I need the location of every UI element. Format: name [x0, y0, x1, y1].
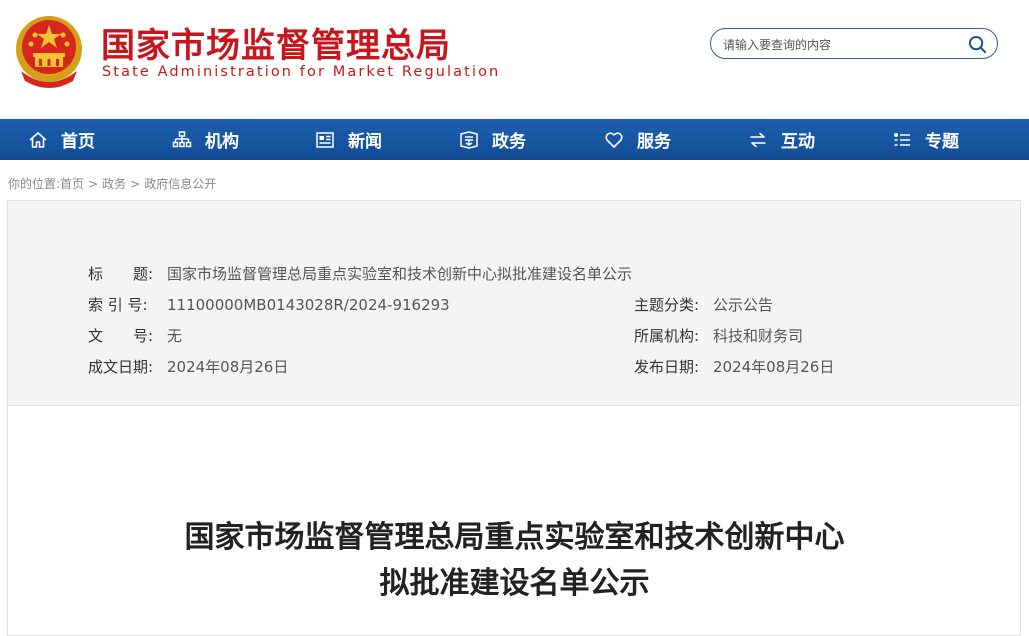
info-title-row: 标 题: 国家市场监督管理总局重点实验室和技术创新中心拟批准建设名单公示 — [88, 263, 632, 284]
info-topic-label: 主题分类: — [634, 296, 700, 314]
info-org-label: 所属机构: — [634, 327, 700, 345]
nav-label: 服务 — [637, 132, 671, 152]
info-org-row: 所属机构: 科技和财务司 — [634, 325, 803, 346]
document-title-line1: 国家市场监督管理总局重点实验室和技术创新中心 — [184, 520, 845, 555]
info-created-row: 成文日期: 2024年08月26日 — [88, 356, 288, 377]
document-info-panel: 标 题: 国家市场监督管理总局重点实验室和技术创新中心拟批准建设名单公示 索 引 … — [7, 200, 1021, 406]
info-docno-label: 文 号: — [88, 327, 154, 345]
nav-item-news[interactable]: 新闻 — [315, 119, 382, 160]
breadcrumb: 你的位置:首页 > 政务 > 政府信息公开 — [8, 175, 216, 192]
info-title-label: 标 题: — [88, 265, 154, 283]
info-published-value: 2024年08月26日 — [713, 358, 835, 376]
nav-item-service[interactable]: 服务 — [604, 119, 671, 160]
info-created-value: 2024年08月26日 — [167, 358, 289, 376]
national-emblem-icon[interactable] — [13, 13, 85, 89]
nav-item-topic[interactable]: 专题 — [892, 119, 959, 160]
heart-icon — [605, 131, 623, 148]
info-org-value: 科技和财务司 — [713, 327, 804, 345]
nav-label: 互动 — [781, 132, 815, 152]
nav-label: 新闻 — [348, 132, 382, 152]
breadcrumb-home[interactable]: 首页 — [60, 177, 84, 191]
search-input[interactable] — [721, 34, 965, 56]
search-icon[interactable] — [968, 35, 987, 54]
info-published-label: 发布日期: — [634, 358, 700, 376]
info-topic-value: 公示公告 — [713, 296, 774, 314]
info-index-row: 索 引 号: 11100000MB0143028R/2024-916293 — [88, 294, 450, 315]
info-docno-value: 无 — [167, 327, 183, 345]
nav-label: 首页 — [61, 132, 95, 152]
site-header: 国家市场监督管理总局 State Administration for Mark… — [0, 0, 1029, 118]
site-subtitle: State Administration for Market Regulati… — [102, 64, 501, 80]
nav-label: 机构 — [205, 132, 239, 152]
nav-item-org[interactable]: 机构 — [172, 119, 239, 160]
exchange-icon — [750, 132, 766, 147]
home-icon — [29, 131, 47, 148]
info-published-row: 发布日期: 2024年08月26日 — [634, 356, 834, 377]
info-created-label: 成文日期: — [88, 358, 154, 376]
nav-item-home[interactable]: 首页 — [28, 119, 95, 160]
info-docno-row: 文 号: 无 — [88, 325, 182, 346]
document-title-line2: 拟批准建设名单公示 — [379, 566, 650, 601]
breadcrumb-prefix: 你的位置: — [8, 177, 61, 191]
info-index-label: 索 引 号: — [88, 296, 148, 314]
affairs-icon — [460, 130, 478, 149]
main-nav: 首页 机构 新闻 政务 服务 互动 专题 — [0, 119, 1029, 160]
info-index-value: 11100000MB0143028R/2024-916293 — [167, 296, 450, 314]
nav-label: 专题 — [925, 132, 959, 152]
breadcrumb-gov-info[interactable]: 政府信息公开 — [144, 177, 216, 191]
breadcrumb-affairs[interactable]: 政务 — [102, 177, 126, 191]
breadcrumb-separator: > — [130, 177, 141, 191]
info-topic-row: 主题分类: 公示公告 — [634, 294, 773, 315]
org-icon — [172, 130, 192, 147]
info-title-value: 国家市场监督管理总局重点实验室和技术创新中心拟批准建设名单公示 — [167, 265, 633, 283]
news-icon — [316, 131, 334, 148]
search-box — [710, 28, 998, 59]
breadcrumb-separator: > — [88, 177, 99, 191]
nav-item-affairs[interactable]: 政务 — [459, 119, 526, 160]
nav-label: 政务 — [492, 132, 526, 152]
topic-icon — [894, 132, 910, 146]
site-title[interactable]: 国家市场监督管理总局 — [101, 18, 451, 67]
nav-item-interact[interactable]: 互动 — [748, 119, 815, 160]
